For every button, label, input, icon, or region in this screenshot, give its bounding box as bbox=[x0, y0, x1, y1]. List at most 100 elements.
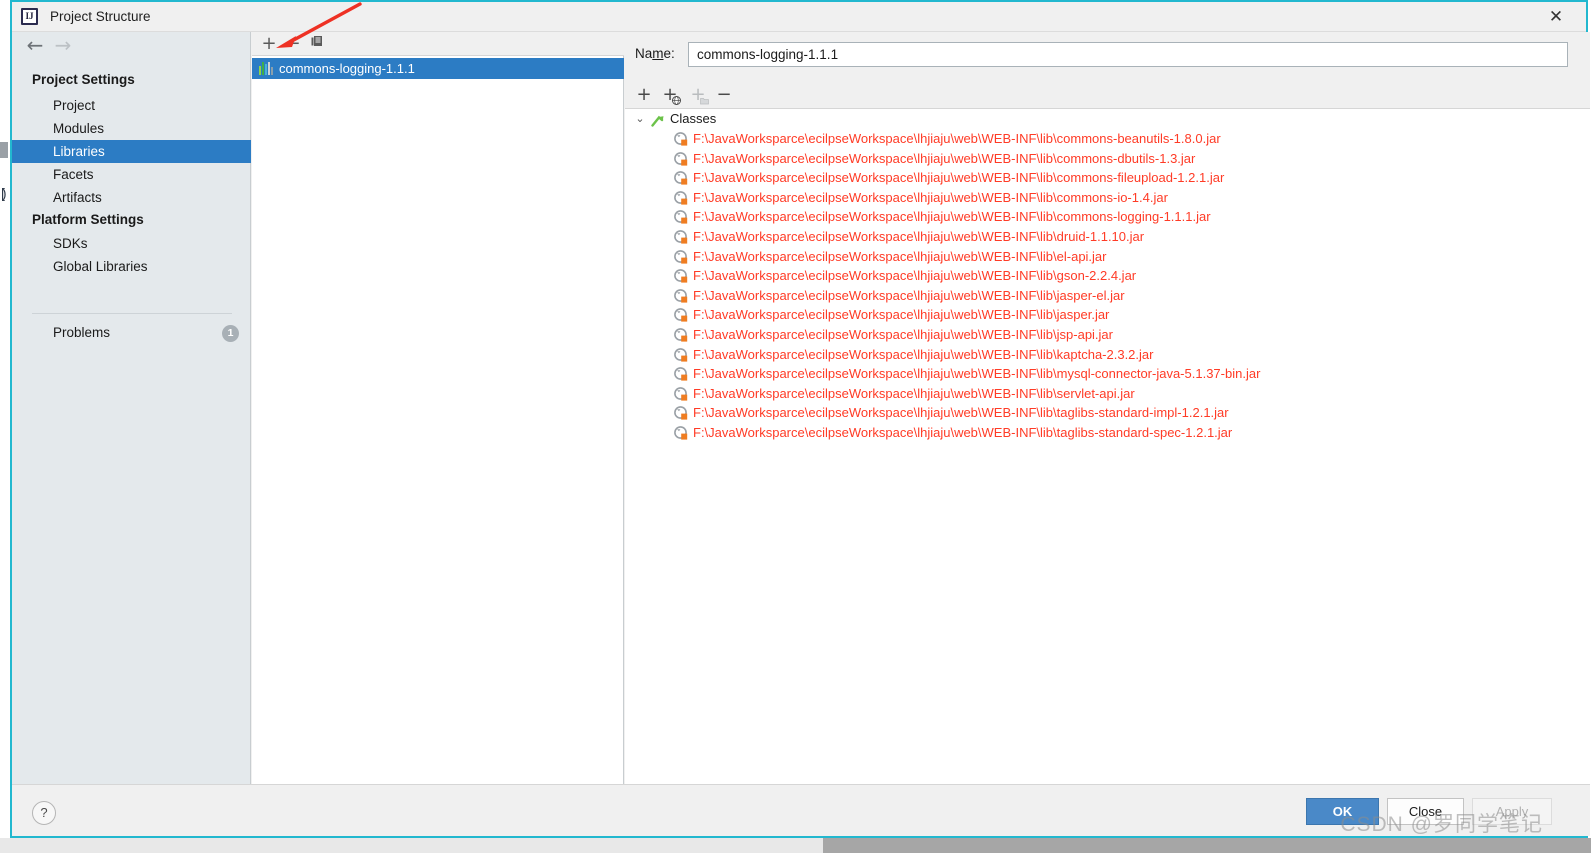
library-icon bbox=[259, 62, 273, 75]
sidebar-group-platform-settings: Platform Settings bbox=[32, 212, 144, 227]
jar-entry-row[interactable]: F:\JavaWorksparce\ecilpseWorkspace\lhjia… bbox=[625, 423, 1590, 443]
jar-file-icon bbox=[674, 269, 688, 283]
library-name-input[interactable] bbox=[688, 42, 1568, 67]
sidebar-item-global-libraries[interactable]: Global Libraries bbox=[12, 255, 251, 278]
copy-glyph bbox=[311, 36, 322, 46]
sidebar-item-artifacts[interactable]: Artifacts bbox=[12, 186, 251, 209]
classes-folder-icon bbox=[651, 113, 665, 127]
sidebar-item-problems[interactable]: Problems 1 bbox=[12, 321, 251, 345]
sidebar-item-project[interactable]: Project bbox=[12, 94, 251, 117]
jar-entry-row[interactable]: F:\JavaWorksparce\ecilpseWorkspace\lhjia… bbox=[625, 168, 1590, 188]
sidebar-item-label: Global Libraries bbox=[53, 259, 148, 274]
title-bar: Project Structure ✕ bbox=[12, 2, 1586, 32]
jar-file-icon bbox=[674, 171, 688, 185]
jar-file-icon bbox=[674, 190, 688, 205]
jar-path-label: F:\JavaWorksparce\ecilpseWorkspace\lhjia… bbox=[693, 366, 1261, 382]
add-directory-icon: + bbox=[685, 82, 711, 108]
add-url-icon[interactable]: + bbox=[657, 82, 683, 108]
ok-button[interactable]: OK bbox=[1306, 798, 1379, 825]
jar-entry-row[interactable]: F:\JavaWorksparce\ecilpseWorkspace\lhjia… bbox=[625, 149, 1590, 169]
sidebar-item-modules[interactable]: Modules bbox=[12, 117, 251, 140]
sidebar-item-sdks[interactable]: SDKs bbox=[12, 232, 251, 255]
screenshot-root: Project Structure ✕ [) ← → Project Setti… bbox=[0, 0, 1591, 853]
sidebar-item-label: Facets bbox=[53, 167, 94, 182]
jar-path-label: F:\JavaWorksparce\ecilpseWorkspace\lhjia… bbox=[693, 346, 1154, 362]
help-button[interactable]: ? bbox=[32, 801, 56, 825]
jar-path-label: F:\JavaWorksparce\ecilpseWorkspace\lhjia… bbox=[693, 131, 1221, 146]
desktop-taskbar-strip bbox=[823, 838, 1591, 853]
name-field-label: Name: bbox=[635, 46, 675, 61]
jar-file-icon bbox=[674, 230, 688, 244]
jar-entry-row[interactable]: F:\JavaWorksparce\ecilpseWorkspace\lhjia… bbox=[625, 266, 1590, 286]
name-label-accel: m bbox=[652, 46, 664, 61]
jar-entry-row[interactable]: F:\JavaWorksparce\ecilpseWorkspace\lhjia… bbox=[625, 305, 1590, 325]
classes-toolbar: + + + − bbox=[625, 82, 1590, 108]
edge-artifact-lower: [) bbox=[1, 185, 7, 201]
jar-entry-row[interactable]: F:\JavaWorksparce\ecilpseWorkspace\lhjia… bbox=[625, 207, 1590, 227]
desktop-bottom-strip bbox=[0, 838, 823, 853]
jar-path-label: F:\JavaWorksparce\ecilpseWorkspace\lhjia… bbox=[693, 170, 1225, 186]
desktop-left-strip bbox=[0, 0, 10, 853]
jar-path-label: F:\JavaWorksparce\ecilpseWorkspace\lhjia… bbox=[693, 405, 1229, 421]
jar-entry-row[interactable]: F:\JavaWorksparce\ecilpseWorkspace\lhjia… bbox=[625, 364, 1590, 384]
tree-root-row[interactable]: ⌄ Classes bbox=[625, 109, 1590, 129]
chevron-down-icon[interactable]: ⌄ bbox=[633, 109, 647, 129]
jar-path-label: F:\JavaWorksparce\ecilpseWorkspace\lhjia… bbox=[693, 150, 1196, 166]
navigation-row: ← → bbox=[12, 32, 251, 60]
jar-entry-row[interactable]: F:\JavaWorksparce\ecilpseWorkspace\lhjia… bbox=[625, 384, 1590, 404]
jar-entry-row[interactable]: F:\JavaWorksparce\ecilpseWorkspace\lhjia… bbox=[625, 403, 1590, 423]
add-library-icon[interactable]: + bbox=[258, 32, 280, 56]
sidebar-item-facets[interactable]: Facets bbox=[12, 163, 251, 186]
remove-library-icon[interactable]: − bbox=[282, 32, 304, 56]
back-arrow-icon[interactable]: ← bbox=[22, 34, 48, 58]
sidebar-item-label: Problems bbox=[53, 325, 111, 340]
settings-sidebar: [) ← → Project Settings Project Modules … bbox=[0, 32, 251, 784]
sidebar-item-label: Artifacts bbox=[53, 190, 102, 205]
add-classes-icon[interactable]: + bbox=[633, 82, 655, 108]
jar-path-label: F:\JavaWorksparce\ecilpseWorkspace\lhjia… bbox=[693, 326, 1113, 342]
page-title: Project Structure bbox=[50, 9, 151, 24]
jar-entry-row[interactable]: F:\JavaWorksparce\ecilpseWorkspace\lhjia… bbox=[625, 129, 1590, 149]
sidebar-item-label: Libraries bbox=[53, 144, 105, 159]
problems-count-badge: 1 bbox=[222, 325, 239, 342]
folder-icon bbox=[700, 98, 709, 105]
library-detail-panel: Name: + + + bbox=[625, 32, 1590, 784]
jar-entry-row[interactable]: F:\JavaWorksparce\ecilpseWorkspace\lhjia… bbox=[625, 188, 1590, 208]
jar-file-icon bbox=[674, 210, 688, 224]
jar-path-label: F:\JavaWorksparce\ecilpseWorkspace\lhjia… bbox=[693, 248, 1107, 264]
classes-label: Classes bbox=[670, 111, 717, 126]
jar-file-icon bbox=[674, 367, 688, 381]
name-label-part2: e: bbox=[663, 46, 675, 61]
jar-path-label: F:\JavaWorksparce\ecilpseWorkspace\lhjia… bbox=[693, 424, 1233, 440]
sidebar-item-libraries[interactable]: Libraries bbox=[12, 140, 251, 163]
jar-file-icon bbox=[674, 347, 688, 362]
jar-file-icon bbox=[674, 426, 688, 440]
sidebar-divider bbox=[32, 313, 232, 314]
copy-library-icon[interactable] bbox=[306, 32, 328, 56]
intellij-idea-icon bbox=[21, 8, 38, 25]
jar-entries-list: F:\JavaWorksparce\ecilpseWorkspace\lhjia… bbox=[625, 129, 1590, 443]
sidebar-group-project-settings: Project Settings bbox=[32, 72, 135, 87]
sidebar-item-label: Project bbox=[53, 98, 96, 113]
library-list-item[interactable]: commons-logging-1.1.1 bbox=[252, 58, 624, 79]
forward-arrow-icon[interactable]: → bbox=[50, 34, 76, 58]
jar-file-icon bbox=[674, 132, 688, 146]
jar-entry-row[interactable]: F:\JavaWorksparce\ecilpseWorkspace\lhjia… bbox=[625, 325, 1590, 345]
jar-entry-row[interactable]: F:\JavaWorksparce\ecilpseWorkspace\lhjia… bbox=[625, 286, 1590, 306]
dialog-body: [) ← → Project Settings Project Modules … bbox=[0, 32, 1590, 784]
jar-file-icon bbox=[674, 406, 688, 420]
jar-entry-row[interactable]: F:\JavaWorksparce\ecilpseWorkspace\lhjia… bbox=[625, 247, 1590, 267]
jar-file-icon bbox=[674, 249, 688, 264]
jar-file-icon bbox=[674, 308, 688, 322]
sidebar-item-label: SDKs bbox=[53, 236, 88, 251]
close-icon[interactable]: ✕ bbox=[1536, 2, 1576, 32]
sidebar-item-label: Modules bbox=[53, 121, 105, 136]
jar-entry-row[interactable]: F:\JavaWorksparce\ecilpseWorkspace\lhjia… bbox=[625, 345, 1590, 365]
jar-path-label: F:\JavaWorksparce\ecilpseWorkspace\lhjia… bbox=[693, 228, 1145, 244]
jar-path-label: F:\JavaWorksparce\ecilpseWorkspace\lhjia… bbox=[693, 287, 1125, 303]
jar-entry-row[interactable]: F:\JavaWorksparce\ecilpseWorkspace\lhjia… bbox=[625, 227, 1590, 247]
jar-path-label: F:\JavaWorksparce\ecilpseWorkspace\lhjia… bbox=[693, 268, 1137, 284]
close-button[interactable]: Close bbox=[1387, 798, 1464, 825]
classes-glyph bbox=[651, 115, 664, 127]
remove-classes-icon[interactable]: − bbox=[713, 82, 735, 108]
